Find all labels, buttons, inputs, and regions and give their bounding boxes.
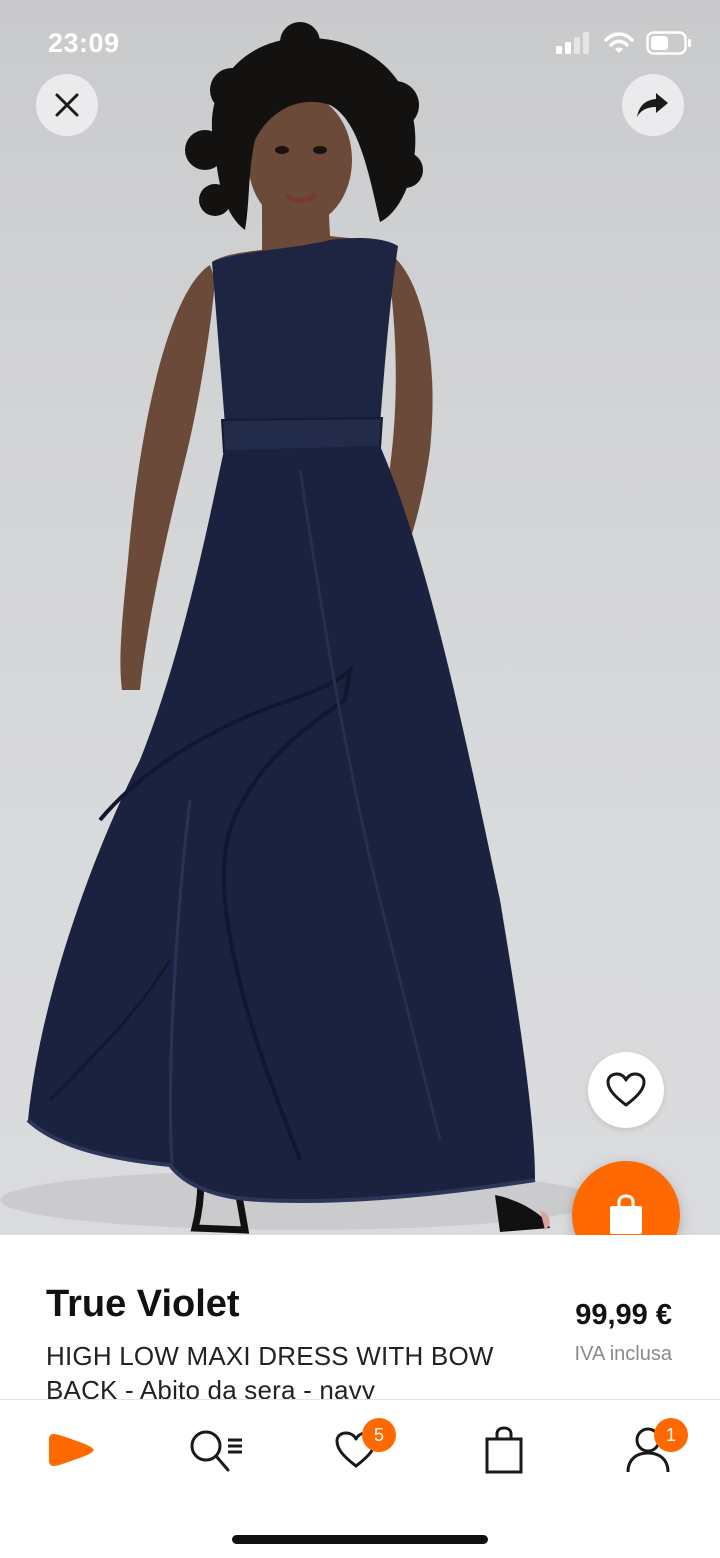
search-list-icon	[190, 1430, 242, 1472]
tab-bag[interactable]	[464, 1422, 544, 1478]
bottom-tab-bar: 5 1	[0, 1399, 720, 1558]
close-button[interactable]	[36, 74, 98, 136]
account-notification-badge: 1	[654, 1418, 688, 1452]
navy-dress-photo	[0, 22, 600, 1234]
product-image[interactable]: 23:09	[0, 0, 720, 1235]
status-icons	[556, 31, 692, 55]
cellular-signal-icon	[556, 32, 589, 54]
tab-home[interactable]	[32, 1422, 112, 1478]
status-bar: 23:09	[0, 0, 720, 90]
close-icon	[55, 93, 79, 117]
battery-icon	[646, 31, 691, 55]
home-indicator[interactable]	[232, 1535, 488, 1544]
share-button[interactable]	[622, 74, 684, 136]
shopping-bag-icon	[485, 1426, 523, 1474]
status-time: 23:09	[48, 28, 120, 58]
wifi-icon	[604, 32, 634, 53]
add-to-wishlist-button[interactable]	[588, 1052, 664, 1128]
shopping-bag-icon	[610, 1194, 642, 1234]
product-description: HIGH LOW MAXI DRESS WITH BOW BACK - Abit…	[46, 1341, 494, 1400]
product-brand[interactable]: True Violet	[46, 1283, 240, 1326]
product-info: True Violet HIGH LOW MAXI DRESS WITH BOW…	[0, 1235, 720, 1400]
product-price: 99,99 €	[575, 1299, 672, 1331]
tab-search[interactable]	[176, 1422, 256, 1478]
tab-account[interactable]: 1	[608, 1418, 688, 1478]
tab-wishlist[interactable]: 5	[316, 1418, 396, 1478]
heart-icon	[606, 1072, 646, 1107]
share-icon	[637, 93, 668, 117]
zalando-logo-icon	[49, 1434, 95, 1466]
wishlist-count-badge: 5	[362, 1418, 396, 1452]
vat-note: IVA inclusa	[574, 1343, 672, 1365]
